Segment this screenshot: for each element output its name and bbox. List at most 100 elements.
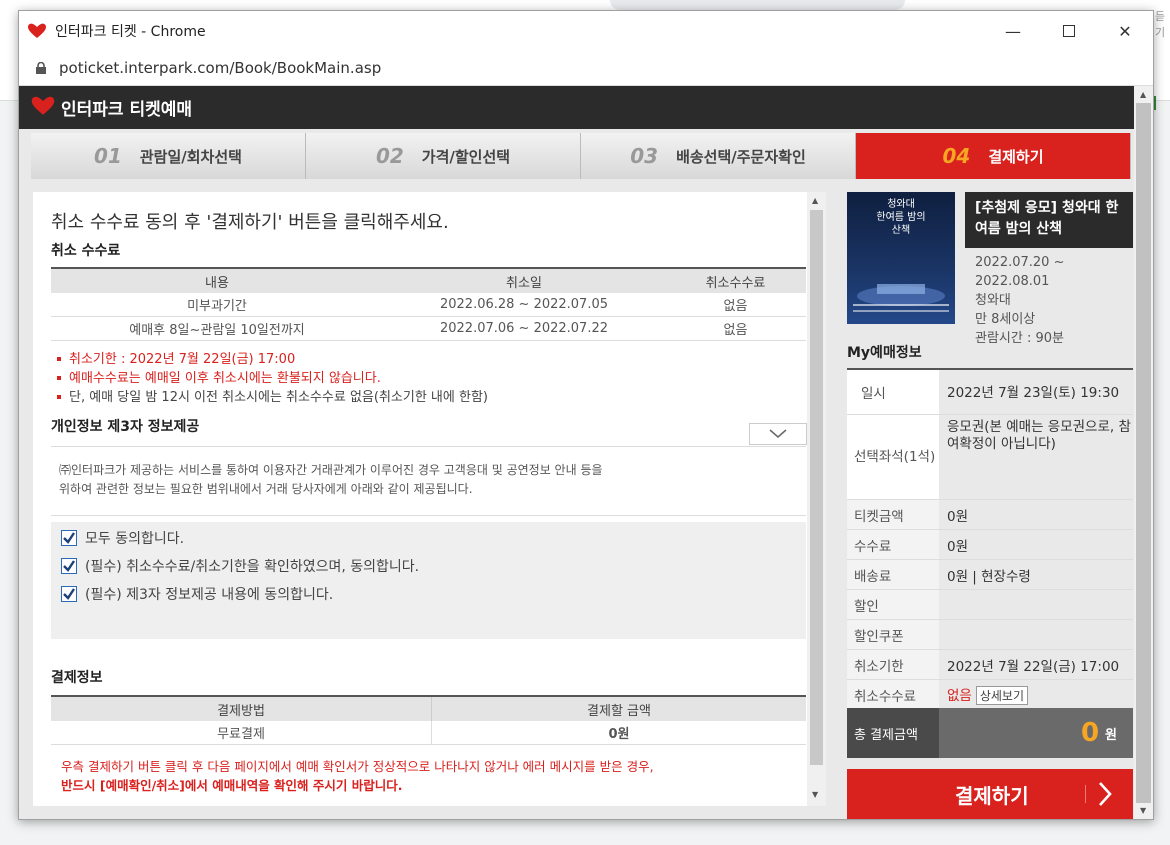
step-1[interactable]: 01 관람일/회차선택 — [31, 133, 306, 179]
row-label: 할인 — [847, 590, 939, 619]
column-header: 취소수수료 — [665, 267, 806, 293]
privacy-expand-button[interactable] — [749, 423, 807, 445]
window-title: 인터파크 티켓 - Chrome — [55, 24, 206, 40]
cell: 없음 — [665, 316, 806, 341]
agree-label: 모두 동의합니다. — [85, 531, 185, 547]
row-value: 0원 — [947, 538, 969, 555]
checkbox-checked-icon[interactable] — [61, 530, 77, 546]
step-label: 가격/할인선택 — [421, 147, 511, 166]
my-booking-table: 일시 2022년 7월 23일(토) 19:30 선택좌석(1석) 응모권(본 … — [847, 368, 1133, 710]
window-scrollbar[interactable]: ▲ ▼ — [1134, 86, 1153, 819]
cancel-fee-table: 내용 취소일 취소수수료 미부과기간 2022.06.28 ~ 2022.07.… — [51, 267, 806, 341]
column-header: 결제할 금액 — [431, 695, 806, 721]
cancel-fee-title: 취소 수수료 — [51, 243, 121, 259]
payment-note-line: 반드시 [예매확인/취소]에서 예매내역을 확인해 주시기 바랍니다. — [61, 778, 403, 793]
lock-icon — [36, 62, 46, 74]
pay-button[interactable]: 결제하기 — [847, 769, 1133, 819]
total-label: 총 결제금액 — [847, 708, 939, 758]
column-header: 결제방법 — [51, 695, 432, 721]
total-amount-box: 총 결제금액 0 원 — [847, 708, 1133, 758]
row-coupon: 할인쿠폰 — [847, 620, 1133, 650]
row-value: 없음 상세보기 — [939, 684, 1029, 705]
page-heading: 취소 수수료 동의 후 '결제하기' 버튼을 클릭해주세요. — [51, 212, 449, 233]
row-value: 0원 | 현장수령 — [947, 568, 1031, 585]
page-content: 인터파크 티켓예매 01 관람일/회차선택 02 가격/할인선택 03 배송선택/주문… — [19, 86, 1153, 819]
table-row: 미부과기간 2022.06.28 ~ 2022.07.05 없음 — [51, 293, 806, 317]
payment-note: 우측 결제하기 버튼 클릭 후 다음 페이지에서 예매 확인서가 정상적으로 나… — [61, 757, 654, 795]
agree-cancel-fee-checkbox[interactable]: (필수) 취소수수료/취소기한을 확인하였으며, 동의합니다. — [61, 556, 419, 576]
scroll-down-icon[interactable]: ▼ — [1140, 806, 1146, 815]
event-poster: 청와대 한여름 밤의 산책 — [847, 192, 955, 324]
note-item: 단, 예매 당일 밤 12시 이전 취소시에는 취소수수료 없음(취소기한 내에… — [57, 388, 488, 407]
address-bar[interactable]: poticket.interpark.com/Book/BookMain.asp — [19, 51, 1153, 86]
detail-view-button[interactable]: 상세보기 — [975, 686, 1029, 705]
minimize-icon[interactable]: — — [985, 11, 1041, 51]
background-text: 듣기 — [1155, 10, 1166, 39]
brand-title: 인터파크 티켓예매 — [61, 100, 193, 120]
payment-info-table: 결제방법 결제할 금액 무료결제 0원 — [51, 695, 806, 745]
event-title: [추첨제 응모] 청와대 한여름 밤의 산책 — [975, 200, 1119, 237]
agreement-area: 모두 동의합니다. (필수) 취소수수료/취소기한을 확인하였으며, 동의합니다… — [51, 522, 806, 639]
row-ticket: 티켓금액 0원 — [847, 500, 1133, 530]
agree-third-party-checkbox[interactable]: (필수) 제3자 정보제공 내용에 동의합니다. — [61, 584, 333, 604]
booking-summary-sidebar: 청와대 한여름 밤의 산책 [추첨제 응모] 청와대 한여름 밤의 산책 202… — [847, 192, 1133, 819]
my-booking-title: My예매정보 — [847, 345, 922, 361]
step-3[interactable]: 03 배송선택/주문자확인 — [581, 133, 856, 179]
panel-scrollbar[interactable]: ▲ ▼ — [807, 192, 826, 806]
checkbox-checked-icon[interactable] — [61, 558, 77, 574]
step-2[interactable]: 02 가격/할인선택 — [306, 133, 581, 179]
row-label: 취소수수료 — [847, 680, 939, 709]
cell: 없음 — [665, 293, 806, 317]
interpark-heart-icon — [31, 96, 55, 120]
event-venue: 청와대 — [975, 293, 1011, 308]
row-fee: 수수료 0원 — [847, 530, 1133, 560]
payment-method: 무료결제 — [51, 721, 432, 745]
url-text: poticket.interpark.com/Book/BookMain.asp — [59, 59, 382, 77]
row-label: 취소기한 — [847, 650, 939, 679]
scroll-thumb[interactable] — [1136, 103, 1151, 803]
privacy-text-box: ㈜인터파크가 제공하는 서비스를 통하여 이용자간 거래관계가 이루어진 경우 … — [51, 446, 806, 516]
scroll-up-icon[interactable]: ▲ — [812, 196, 818, 205]
table-row: 예매후 8일~관람일 10일전까지 2022.07.06 ~ 2022.07.2… — [51, 316, 806, 341]
step-number: 04 — [942, 144, 971, 168]
row-cancel-fee: 취소수수료 없음 상세보기 — [847, 680, 1133, 710]
payment-info-title: 결제정보 — [51, 670, 103, 686]
popup-window: 인터파크 티켓 - Chrome — ✕ poticket.interpark.… — [18, 10, 1154, 820]
scroll-thumb[interactable] — [810, 210, 823, 765]
row-label: 티켓금액 — [847, 500, 939, 529]
close-icon[interactable]: ✕ — [1097, 11, 1153, 51]
app-header: 인터파크 티켓예매 — [19, 86, 1153, 129]
step-label: 배송선택/주문자확인 — [676, 147, 806, 166]
event-age: 만 8세이상 — [975, 312, 1036, 327]
note-item: 취소기한 : 2022년 7월 22일(금) 17:00 — [57, 350, 488, 369]
interpark-heart-icon — [27, 21, 47, 41]
privacy-text: ㈜인터파크가 제공하는 서비스를 통하여 이용자간 거래관계가 이루어진 경우 … — [59, 463, 603, 477]
cancel-fee-value: 없음 — [947, 688, 972, 704]
checkbox-checked-icon[interactable] — [61, 586, 77, 602]
scroll-down-icon[interactable]: ▼ — [812, 790, 818, 799]
step-4-active[interactable]: 04 결제하기 — [856, 133, 1131, 179]
event-date: 2022.07.20 ~ — [975, 255, 1065, 270]
booking-detail-panel: 취소 수수료 동의 후 '결제하기' 버튼을 클릭해주세요. 취소 수수료 내용… — [33, 192, 807, 806]
agree-label: (필수) 취소수수료/취소기한을 확인하였으며, 동의합니다. — [85, 559, 420, 575]
maximize-icon[interactable] — [1041, 11, 1097, 51]
step-number: 02 — [375, 144, 404, 168]
step-label: 결제하기 — [988, 147, 1044, 166]
step-label: 관람일/회차선택 — [139, 147, 242, 166]
column-header: 취소일 — [383, 267, 665, 293]
agree-all-checkbox[interactable]: 모두 동의합니다. — [61, 528, 184, 548]
row-label: 수수료 — [847, 530, 939, 559]
row-seat: 선택좌석(1석) 응모권(본 예매는 응모권으로, 참여확정이 아닙니다) — [847, 415, 1133, 500]
row-date: 일시 2022년 7월 23일(토) 19:30 — [847, 370, 1133, 415]
step-number: 03 — [630, 144, 659, 168]
scroll-up-icon[interactable]: ▲ — [1140, 90, 1146, 99]
row-delivery: 배송료 0원 | 현장수령 — [847, 560, 1133, 590]
row-label: 일시 — [847, 370, 939, 414]
cell: 예매후 8일~관람일 10일전까지 — [51, 316, 383, 341]
row-value: 2022년 7월 22일(금) 17:00 — [947, 658, 1120, 675]
total-amount: 0 — [1080, 718, 1100, 748]
step-nav: 01 관람일/회차선택 02 가격/할인선택 03 배송선택/주문자확인 04 결제하기 — [31, 133, 1131, 179]
row-discount: 할인 — [847, 590, 1133, 620]
table-row: 무료결제 0원 — [51, 721, 806, 745]
event-date: 2022.08.01 — [975, 274, 1050, 289]
